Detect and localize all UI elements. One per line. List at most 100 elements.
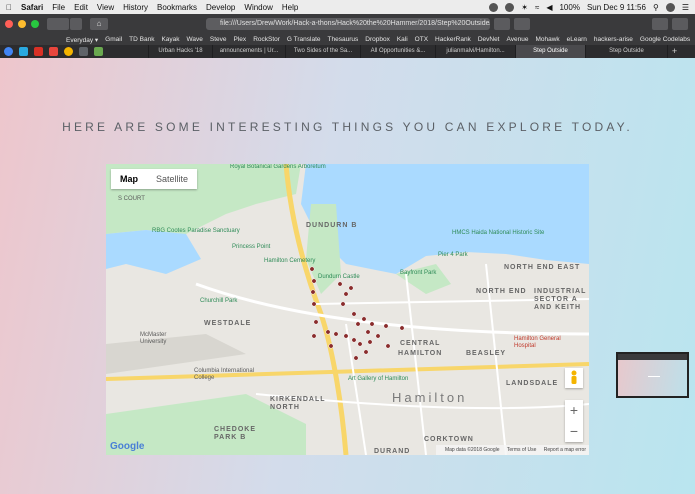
share-icon[interactable] bbox=[672, 18, 688, 30]
zoom-window-button[interactable] bbox=[31, 20, 39, 28]
bookmark-item[interactable]: Mohawk bbox=[535, 36, 559, 43]
close-window-button[interactable] bbox=[5, 20, 13, 28]
app-favicon-icon[interactable] bbox=[79, 47, 88, 56]
google-logo[interactable]: Google bbox=[110, 441, 144, 452]
bookmark-item[interactable]: TD Bank bbox=[129, 36, 154, 43]
address-bar[interactable]: file:///Users/Drew/Work/Hack-a-thons/Hac… bbox=[206, 18, 490, 30]
bookmark-item[interactable]: Google Codelabs bbox=[640, 36, 690, 43]
bookmark-item[interactable]: Kali bbox=[397, 36, 408, 43]
downloads-icon[interactable] bbox=[652, 18, 668, 30]
map-marker[interactable] bbox=[311, 301, 317, 307]
new-tab-button[interactable]: + bbox=[667, 45, 681, 58]
feedly-favicon-icon[interactable] bbox=[94, 47, 103, 56]
tab[interactable]: announcements | Ur... bbox=[212, 45, 285, 58]
gmail-favicon-icon[interactable] bbox=[34, 47, 43, 56]
bookmark-item[interactable]: Plex bbox=[234, 36, 247, 43]
map-marker[interactable] bbox=[309, 266, 315, 272]
battery-percent[interactable]: 100% bbox=[559, 3, 579, 12]
bookmark-item[interactable]: OTX bbox=[415, 36, 428, 43]
map-marker[interactable] bbox=[375, 333, 381, 339]
bookmark-item[interactable]: Kayak bbox=[161, 36, 179, 43]
tab[interactable]: julianmalvi/Hamilton... bbox=[435, 45, 515, 58]
notification-center-icon[interactable]: ☰ bbox=[682, 3, 689, 12]
tab[interactable]: Urban Hacks '18 bbox=[148, 45, 212, 58]
map-canvas[interactable] bbox=[106, 164, 589, 455]
zoom-out-button[interactable]: − bbox=[565, 421, 583, 442]
twitter-favicon-icon[interactable] bbox=[19, 47, 28, 56]
youtube-favicon-icon[interactable] bbox=[49, 47, 58, 56]
bookmark-item[interactable]: Thesaurus bbox=[328, 36, 359, 43]
map-marker[interactable] bbox=[343, 291, 349, 297]
map-marker[interactable] bbox=[343, 333, 349, 339]
bookmark-item[interactable]: Wave bbox=[187, 36, 203, 43]
map-marker[interactable] bbox=[325, 329, 331, 335]
tab[interactable]: Step Outside bbox=[585, 45, 667, 58]
bluetooth-icon[interactable]: ✶ bbox=[521, 3, 528, 12]
tab-active[interactable]: Step Outside bbox=[515, 45, 585, 58]
map-marker[interactable] bbox=[365, 329, 371, 335]
bookmark-item[interactable]: Steve bbox=[210, 36, 227, 43]
menu-safari[interactable]: Safari bbox=[21, 3, 43, 12]
menu-help[interactable]: Help bbox=[282, 3, 298, 12]
bitcoin-favicon-icon[interactable] bbox=[64, 47, 73, 56]
map-marker[interactable] bbox=[385, 343, 391, 349]
menu-file[interactable]: File bbox=[52, 3, 65, 12]
google-map[interactable]: Royal Botanical Gardens Arboretum S COUR… bbox=[106, 164, 589, 455]
volume-icon[interactable]: ◀ bbox=[546, 3, 552, 12]
chrome-favicon-icon[interactable] bbox=[4, 47, 13, 56]
map-marker[interactable] bbox=[310, 289, 316, 295]
map-marker[interactable] bbox=[333, 331, 339, 337]
map-marker[interactable] bbox=[311, 333, 317, 339]
home-button[interactable]: ⌂ bbox=[90, 18, 108, 30]
zoom-in-button[interactable]: + bbox=[565, 400, 583, 421]
map-marker[interactable] bbox=[313, 319, 319, 325]
map-marker[interactable] bbox=[311, 278, 317, 284]
map-type-satellite-button[interactable]: Satellite bbox=[147, 174, 197, 184]
map-marker[interactable] bbox=[353, 355, 359, 361]
map-marker[interactable] bbox=[361, 316, 367, 322]
map-marker[interactable] bbox=[337, 281, 343, 287]
menu-history[interactable]: History bbox=[123, 3, 148, 12]
map-marker[interactable] bbox=[355, 321, 361, 327]
map-marker[interactable] bbox=[348, 285, 354, 291]
back-button[interactable] bbox=[47, 18, 69, 30]
tab[interactable]: Two Sides of the Sa... bbox=[285, 45, 360, 58]
reader-icon[interactable] bbox=[494, 18, 510, 30]
bookmark-item[interactable]: Dropbox bbox=[365, 36, 390, 43]
wifi-icon[interactable]: ≈ bbox=[535, 3, 539, 12]
map-marker[interactable] bbox=[328, 343, 334, 349]
menu-view[interactable]: View bbox=[97, 3, 114, 12]
bookmark-item[interactable]: HackerRank bbox=[435, 36, 471, 43]
apple-icon[interactable]:  bbox=[6, 3, 12, 12]
spotlight-icon[interactable]: ⚲ bbox=[653, 3, 659, 12]
map-marker[interactable] bbox=[351, 337, 357, 343]
time-machine-icon[interactable] bbox=[505, 2, 515, 12]
map-marker[interactable] bbox=[383, 323, 389, 329]
siri-icon[interactable] bbox=[665, 2, 675, 12]
map-marker[interactable] bbox=[369, 321, 375, 327]
map-marker[interactable] bbox=[367, 339, 373, 345]
terms-link[interactable]: Terms of Use bbox=[507, 447, 536, 453]
map-marker[interactable] bbox=[363, 349, 369, 355]
map-marker[interactable] bbox=[340, 301, 346, 307]
menu-window[interactable]: Window bbox=[244, 3, 272, 12]
menu-edit[interactable]: Edit bbox=[74, 3, 88, 12]
pegman-icon[interactable] bbox=[565, 368, 583, 388]
minimize-window-button[interactable] bbox=[18, 20, 26, 28]
forward-button[interactable] bbox=[70, 18, 82, 30]
bookmark-item[interactable]: hackers-arise bbox=[594, 36, 633, 43]
bookmark-item[interactable]: RockStor bbox=[253, 36, 280, 43]
map-marker[interactable] bbox=[399, 325, 405, 331]
map-marker[interactable] bbox=[351, 311, 357, 317]
report-error-link[interactable]: Report a map error bbox=[544, 447, 586, 453]
status-icon[interactable] bbox=[489, 2, 499, 12]
map-marker[interactable] bbox=[357, 341, 363, 347]
bookmark-item[interactable]: Gmail bbox=[105, 36, 122, 43]
bookmark-item[interactable]: DevNet bbox=[478, 36, 500, 43]
map-type-map-button[interactable]: Map bbox=[111, 174, 147, 184]
bookmark-item[interactable]: Avenue bbox=[507, 36, 529, 43]
clock[interactable]: Sun Dec 9 11:56 bbox=[587, 3, 646, 12]
screenshot-thumbnail[interactable] bbox=[616, 352, 689, 398]
tab[interactable]: All Opportunities &... bbox=[360, 45, 435, 58]
bookmark-item[interactable]: eLearn bbox=[567, 36, 587, 43]
